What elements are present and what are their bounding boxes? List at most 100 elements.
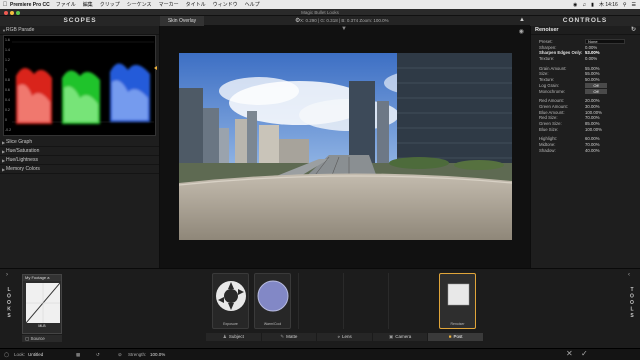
preview-image[interactable] xyxy=(179,53,512,240)
title-bar: Magic Bullet Looks xyxy=(0,9,640,16)
look-thumbnail[interactable]: My Footage a MLB xyxy=(22,274,62,334)
scopes-panel: ▼ RGB Parade 1.6 1.4 1.2 1 0.8 0.6 0.4 0… xyxy=(0,26,160,268)
menu-item-window[interactable]: ウィンドウ xyxy=(213,1,238,8)
category-matte[interactable]: ✎ Matte xyxy=(262,333,318,341)
strength-icon: ⊘ xyxy=(118,352,122,357)
tool-caption: Warm/Cool xyxy=(263,322,282,326)
monochrome-toggle[interactable]: Off xyxy=(585,88,607,94)
undo-icon[interactable]: ↺ xyxy=(96,352,100,358)
person-icon: ♟ xyxy=(222,334,227,339)
reset-icon[interactable]: ↻ xyxy=(631,26,636,35)
curve-preview xyxy=(25,282,61,324)
chevron-right-icon: ▶ xyxy=(2,167,6,172)
curve-graphic xyxy=(25,282,61,324)
post-icon: ■ xyxy=(448,334,452,339)
category-subject[interactable]: ♟ Subject xyxy=(206,333,262,341)
tool-caption: Exposure xyxy=(223,322,238,326)
save-icon[interactable]: ▩ xyxy=(76,352,80,358)
section-label: Hue/Lightness xyxy=(6,157,38,163)
tools-drawer-label[interactable]: TOOLS xyxy=(628,287,636,323)
cancel-icon[interactable]: ✕ xyxy=(566,349,573,358)
status-bar: ◯ Look: Untitled ▩ ↺ ⊘ Strength: 100.0% … xyxy=(0,348,640,360)
chevron-down-icon: ▼ xyxy=(2,28,6,33)
controls-header: CONTROLS xyxy=(530,16,640,26)
chevron-right-icon[interactable]: › xyxy=(6,272,8,278)
lock-icon[interactable]: ◯ xyxy=(4,352,9,358)
strength-value[interactable]: 100.0% xyxy=(150,352,165,357)
section-label: Slice Graph xyxy=(6,139,33,145)
source-button[interactable]: ▢ Source xyxy=(22,335,62,342)
confirm-icon[interactable]: ✓ xyxy=(581,349,588,358)
menu-item-clip[interactable]: クリップ xyxy=(100,1,120,8)
looks-label: LOOKS xyxy=(6,287,12,320)
param-label: Blue Size: xyxy=(539,126,559,132)
look-caption: MLB xyxy=(38,324,46,328)
param-value[interactable]: 0.00% xyxy=(585,56,597,62)
tool-renoiser[interactable]: Renoiser xyxy=(439,273,476,329)
layout-icon[interactable]: ▲ xyxy=(519,17,525,23)
empty-slot-divider xyxy=(343,273,344,329)
volume-icon[interactable]: ♫ xyxy=(582,2,586,8)
menu-item-marker[interactable]: マーカー xyxy=(159,1,179,8)
image-viewer: ▼ ◉ xyxy=(160,26,530,268)
param-row[interactable]: Shadow: 40.00% xyxy=(531,148,640,154)
empty-slot-divider xyxy=(388,273,389,329)
looks-drawer-label[interactable]: LOOKS xyxy=(5,287,13,323)
tool-name: Renoiser xyxy=(535,27,559,33)
look-label: Look: xyxy=(14,352,26,357)
category-label: Post xyxy=(453,334,463,339)
section-hue-lightness[interactable]: ▶ Hue/Lightness xyxy=(0,156,159,165)
log-grain-toggle[interactable]: Off xyxy=(585,82,607,88)
menu-item-file[interactable]: ファイル xyxy=(56,1,76,8)
menu-item-edit[interactable]: 編集 xyxy=(83,1,93,8)
color-readout: X: 0.290 | G: 0.318 | B: 0.374 Zoom: 100… xyxy=(300,18,389,23)
category-camera[interactable]: ▣ Camera xyxy=(373,333,429,341)
matte-icon: ✎ xyxy=(280,334,285,339)
section-slice-graph[interactable]: ▶ Slice Graph xyxy=(0,138,159,147)
battery-icon[interactable]: ▮ xyxy=(591,2,594,8)
wifi-icon[interactable]: ◉ xyxy=(573,2,577,8)
category-label: Lens xyxy=(341,334,352,339)
param-value[interactable]: 100.00% xyxy=(585,127,602,133)
menu-item-sequence[interactable]: シーケンス xyxy=(127,1,152,8)
source-label: Source xyxy=(30,336,45,341)
param-value[interactable]: 40.00% xyxy=(585,148,600,154)
city-photo xyxy=(179,53,512,240)
window-title: Magic Bullet Looks xyxy=(301,10,339,15)
category-lens[interactable]: ◕ Lens xyxy=(317,333,373,341)
viewer-toolbar: Skin Overlay ⚙ X: 0.290 | G: 0.318 | B: … xyxy=(160,16,530,26)
lens-icon: ◕ xyxy=(337,334,340,339)
scopes-header: SCOPES xyxy=(0,16,160,26)
warm-cool-icon xyxy=(257,280,289,312)
tool-categories: ♟ Subject ✎ Matte ◕ Lens ▣ Camera ■ Post xyxy=(206,333,484,341)
section-label: Memory Colors xyxy=(6,166,40,172)
tool-exposure[interactable]: Exposure xyxy=(212,273,249,329)
empty-slot-divider xyxy=(298,273,299,329)
section-hue-saturation[interactable]: ▶ Hue/Saturation xyxy=(0,147,159,156)
menu-item-title[interactable]: タイトル xyxy=(186,1,206,8)
tool-warm-cool[interactable]: Warm/Cool xyxy=(254,273,291,329)
category-post[interactable]: ■ Post xyxy=(428,333,484,341)
skin-overlay-tab[interactable]: Skin Overlay xyxy=(160,16,204,26)
status-icons: ◉ ♫ ▮ 木 14:16 ⚲ ☰ xyxy=(573,1,640,9)
parade-waveforms xyxy=(12,41,157,124)
section-rgb-parade[interactable]: ▼ RGB Parade xyxy=(0,26,159,35)
renoiser-icon xyxy=(447,283,470,306)
chevron-down-icon[interactable]: ▼ xyxy=(341,26,347,32)
menu-item-help[interactable]: ヘルプ xyxy=(245,1,260,8)
menu-clock[interactable]: 木 14:16 xyxy=(599,1,618,8)
chevron-right-icon: ▶ xyxy=(2,149,6,154)
apple-icon[interactable]:  xyxy=(0,2,10,8)
preset-select[interactable]: None xyxy=(585,39,625,44)
section-memory-colors[interactable]: ▶ Memory Colors xyxy=(0,165,159,174)
camera-icon: ▣ xyxy=(388,334,394,339)
chevron-left-icon[interactable]: ‹ xyxy=(628,272,630,278)
category-label: Subject xyxy=(228,334,244,339)
look-name-value[interactable]: Untitled xyxy=(28,352,43,357)
search-icon[interactable]: ⚲ xyxy=(623,2,627,8)
list-icon[interactable]: ☰ xyxy=(632,2,636,8)
rgb-parade-scope: 1.6 1.4 1.2 1 0.8 0.6 0.4 0.2 0 -0.2 xyxy=(3,35,157,136)
tool-caption: Renoiser xyxy=(450,322,465,326)
app-menu[interactable]: Premiere Pro CC xyxy=(10,2,50,8)
camera-icon[interactable]: ◉ xyxy=(519,28,524,35)
